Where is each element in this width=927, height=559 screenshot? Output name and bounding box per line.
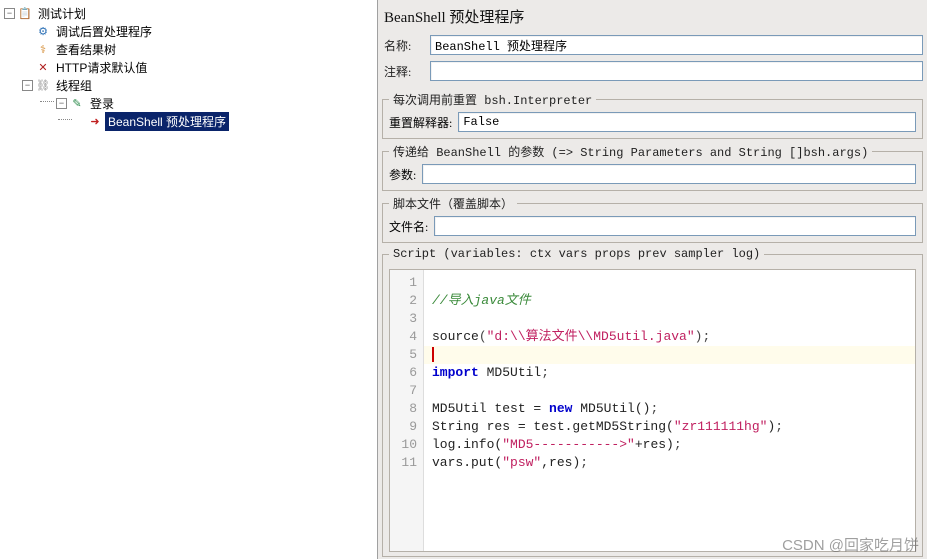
caret-icon	[432, 347, 434, 362]
testplan-icon: 📋	[18, 6, 32, 20]
name-row: 名称:	[382, 35, 923, 55]
tree-thread-group[interactable]: − ⛓ 线程组	[0, 76, 377, 94]
scriptfile-label: 文件名:	[389, 218, 428, 235]
test-plan-tree: − 📋 测试计划 ⚙ 调试后置处理程序 ⚕ 查看结果树 ✕ HTTP请求默认值 …	[0, 4, 377, 130]
comment-row: 注释:	[382, 61, 923, 81]
tree-item-label: 查看结果树	[53, 40, 119, 59]
sampler-icon: ✎	[70, 96, 84, 110]
arrow-right-icon: ➜	[88, 114, 102, 128]
code-line: log.info("MD5----------->"+res);	[432, 436, 907, 454]
reset-legend: 每次调用前重置 bsh.Interpreter	[389, 91, 596, 108]
code-line	[432, 382, 907, 400]
code-line: MD5Util test = new MD5Util();	[432, 400, 907, 418]
comment-label: 注释:	[384, 63, 430, 80]
panel-title: BeanShell 预处理程序	[382, 2, 923, 35]
tree-root[interactable]: − 📋 测试计划	[0, 4, 377, 22]
line-gutter: 1 2 3 4 5 6 7 8 9 10 11	[390, 270, 424, 551]
code-line: source("d:\\算法文件\\MD5util.java");	[432, 328, 907, 346]
params-legend: 传递给 BeanShell 的参数 (=> String Parameters …	[389, 143, 872, 160]
gear-icon: ⚙	[36, 24, 50, 38]
tree-panel: − 📋 测试计划 ⚙ 调试后置处理程序 ⚕ 查看结果树 ✕ HTTP请求默认值 …	[0, 0, 378, 559]
tree-item-label: HTTP请求默认值	[53, 58, 150, 77]
code-line: String res = test.getMD5String("zr111111…	[432, 418, 907, 436]
tree-item-label-selected: BeanShell 预处理程序	[105, 112, 229, 131]
script-legend: Script (variables: ctx vars props prev s…	[389, 247, 764, 261]
script-fieldset: Script (variables: ctx vars props prev s…	[382, 247, 923, 557]
reset-label: 重置解释器:	[389, 114, 452, 131]
name-input[interactable]	[430, 35, 923, 55]
tree-root-label: 测试计划	[35, 4, 89, 23]
params-label: 参数:	[389, 166, 416, 183]
tree-item-label: 线程组	[53, 76, 95, 95]
params-fieldset: 传递给 BeanShell 的参数 (=> String Parameters …	[382, 143, 923, 191]
reset-input[interactable]	[458, 112, 916, 132]
tree-item-label: 调试后置处理程序	[53, 22, 155, 41]
tree-item-postprocessor[interactable]: ⚙ 调试后置处理程序	[0, 22, 377, 40]
tree-login[interactable]: − ✎ 登录	[0, 94, 377, 112]
collapse-icon[interactable]: −	[4, 8, 15, 19]
code-content[interactable]: //导入java文件 source("d:\\算法文件\\MD5util.jav…	[424, 270, 915, 551]
params-input[interactable]	[422, 164, 916, 184]
tree-item-results-tree[interactable]: ⚕ 查看结果树	[0, 40, 377, 58]
code-line	[432, 310, 907, 328]
results-icon: ⚕	[36, 42, 50, 56]
code-line	[432, 274, 907, 292]
collapse-icon[interactable]: −	[56, 98, 67, 109]
scriptfile-input[interactable]	[434, 216, 916, 236]
tree-beanshell-preprocessor[interactable]: ➜ BeanShell 预处理程序	[0, 112, 377, 130]
scriptfile-legend: 脚本文件（覆盖脚本）	[389, 195, 517, 212]
threadgroup-icon: ⛓	[36, 78, 50, 92]
editor-panel: BeanShell 预处理程序 名称: 注释: 每次调用前重置 bsh.Inte…	[378, 0, 927, 559]
collapse-icon[interactable]: −	[22, 80, 33, 91]
scriptfile-fieldset: 脚本文件（覆盖脚本） 文件名:	[382, 195, 923, 243]
reset-interpreter-fieldset: 每次调用前重置 bsh.Interpreter 重置解释器:	[382, 91, 923, 139]
code-line: import MD5Util;	[432, 364, 907, 382]
tree-item-http-defaults[interactable]: ✕ HTTP请求默认值	[0, 58, 377, 76]
name-label: 名称:	[384, 37, 430, 54]
comment-input[interactable]	[430, 61, 923, 81]
code-line: //导入java文件	[432, 292, 907, 310]
code-editor[interactable]: 1 2 3 4 5 6 7 8 9 10 11 //导入java文件 sourc…	[389, 269, 916, 552]
tree-item-label: 登录	[87, 94, 117, 113]
x-icon: ✕	[36, 60, 50, 74]
code-line: vars.put("psw",res);	[432, 454, 907, 472]
